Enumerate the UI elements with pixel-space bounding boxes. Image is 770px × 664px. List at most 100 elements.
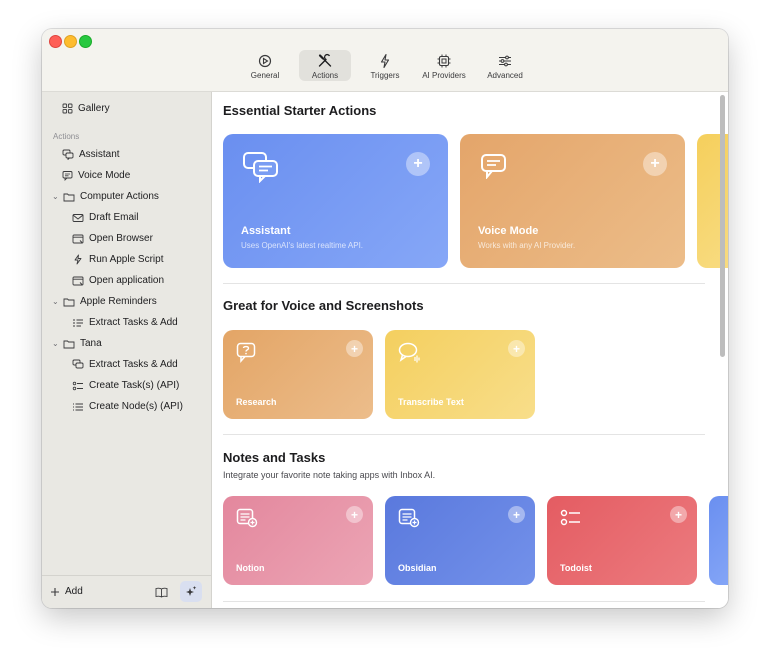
add-assistant-button[interactable]: +: [406, 152, 430, 176]
card-desc-voice-mode: Works with any AI Provider.: [478, 241, 575, 250]
action-card-research[interactable]: + Research: [223, 330, 373, 419]
task-list-icon: [560, 508, 582, 528]
card-title-transcribe-text: Transcribe Text: [398, 397, 464, 407]
action-card-notion[interactable]: + Notion: [223, 496, 373, 585]
add-todoist-button[interactable]: +: [670, 506, 687, 523]
sidebar-item-voice-mode[interactable]: Voice Mode: [62, 170, 130, 181]
action-card-assistant[interactable]: + Assistant Uses OpenAI's latest realtim…: [223, 134, 448, 268]
sidebar-item-draft-email-label: Draft Email: [89, 212, 138, 223]
sidebar-item-extract-tasks-tana[interactable]: Extract Tasks & Add: [72, 359, 178, 370]
add-button[interactable]: Add: [50, 586, 83, 597]
sidebar-item-create-tasks-api[interactable]: Create Task(s) (API): [72, 380, 179, 391]
card-title-research: Research: [236, 397, 277, 407]
tab-general-label: General: [251, 71, 279, 80]
sidebar-folder-computer-actions[interactable]: ⌄ Computer Actions: [52, 191, 159, 202]
app-window: General Actions Triggers AI Providers: [42, 29, 728, 608]
envelope-icon: [72, 213, 84, 223]
chat-bubbles-icon: [242, 151, 280, 183]
action-card-voice-mode[interactable]: + Voice Mode Works with any AI Provider.: [460, 134, 685, 268]
sidebar-folder-apple-reminders[interactable]: ⌄ Apple Reminders: [52, 296, 157, 307]
action-card-transcribe-text[interactable]: + Transcribe Text: [385, 330, 535, 419]
sidebar-item-voice-mode-label: Voice Mode: [78, 170, 130, 181]
add-notion-button[interactable]: +: [346, 506, 363, 523]
book-icon[interactable]: [155, 587, 168, 598]
sidebar-item-extract-tasks-tana-label: Extract Tasks & Add: [89, 359, 178, 370]
sidebar-item-assistant[interactable]: Assistant: [62, 149, 120, 160]
add-voice-mode-button[interactable]: +: [643, 152, 667, 176]
sidebar-item-open-application[interactable]: Open application: [72, 275, 164, 286]
cpu-icon: [435, 52, 453, 70]
zoom-window-button[interactable]: [79, 35, 92, 48]
action-card-todoist[interactable]: + Todoist: [547, 496, 697, 585]
sidebar-item-extract-tasks-reminders-label: Extract Tasks & Add: [89, 317, 178, 328]
tab-actions-label: Actions: [312, 71, 338, 80]
tab-ai-providers-label: AI Providers: [422, 71, 466, 80]
sidebar: Gallery Actions Assistant Voice Mode ⌄: [42, 92, 212, 608]
script-icon: [72, 254, 84, 265]
add-transcribe-text-button[interactable]: +: [508, 340, 525, 357]
document-add-icon: [398, 508, 420, 528]
scrollbar-thumb[interactable]: [720, 95, 725, 357]
card-title-notion: Notion: [236, 563, 265, 573]
tab-general[interactable]: General: [244, 50, 286, 81]
sidebar-item-run-apple-script[interactable]: Run Apple Script: [72, 254, 164, 265]
action-card-obsidian[interactable]: + Obsidian: [385, 496, 535, 585]
section-title-voice-screenshots: Great for Voice and Screenshots: [223, 298, 424, 313]
card-desc-assistant: Uses OpenAI's latest realtime API.: [241, 241, 363, 250]
chevron-down-icon[interactable]: ⌄: [52, 297, 60, 306]
tab-actions[interactable]: Actions: [299, 50, 351, 81]
tab-advanced[interactable]: Advanced: [482, 50, 528, 81]
sliders-icon: [496, 52, 514, 70]
sidebar-item-open-browser-label: Open Browser: [89, 233, 153, 244]
add-research-button[interactable]: +: [346, 340, 363, 357]
browser-window-icon: [72, 234, 84, 244]
sidebar-item-gallery[interactable]: Gallery: [62, 103, 110, 114]
sidebar-item-run-apple-script-label: Run Apple Script: [89, 254, 164, 265]
sidebar-folder-tana[interactable]: ⌄ Tana: [52, 338, 102, 349]
sidebar-item-open-application-label: Open application: [89, 275, 164, 286]
section-divider: [223, 283, 705, 284]
sidebar-item-create-nodes-api[interactable]: Create Node(s) (API): [72, 401, 183, 412]
chevron-down-icon[interactable]: ⌄: [52, 192, 60, 201]
question-bubble-icon: [236, 342, 257, 363]
sidebar-item-create-nodes-api-label: Create Node(s) (API): [89, 401, 183, 412]
close-window-button[interactable]: [49, 35, 62, 48]
sidebar-footer: Add: [42, 575, 211, 608]
section-title-essential: Essential Starter Actions: [223, 103, 376, 118]
folder-icon: [63, 297, 75, 307]
sidebar-item-gallery-label: Gallery: [78, 103, 110, 114]
section-divider: [223, 434, 705, 435]
chat-bubbles-icon: [72, 359, 84, 370]
minimize-window-button[interactable]: [64, 35, 77, 48]
folder-icon: [63, 192, 75, 202]
tab-ai-providers[interactable]: AI Providers: [418, 50, 470, 81]
sidebar-item-open-browser[interactable]: Open Browser: [72, 233, 153, 244]
add-obsidian-button[interactable]: +: [508, 506, 525, 523]
grid-icon: [62, 103, 73, 114]
folder-icon: [63, 339, 75, 349]
section-subtitle-notes-tasks: Integrate your favorite note taking apps…: [223, 470, 435, 480]
message-icon: [480, 153, 508, 179]
sparkle-icon: [185, 585, 197, 598]
sidebar-item-assistant-label: Assistant: [79, 149, 120, 160]
card-title-assistant: Assistant: [241, 225, 291, 237]
sidebar-folder-apple-reminders-label: Apple Reminders: [80, 296, 157, 307]
bolt-icon: [376, 52, 394, 70]
ai-sparkle-button[interactable]: [180, 581, 202, 602]
sidebar-item-extract-tasks-reminders[interactable]: Extract Tasks & Add: [72, 317, 178, 328]
speech-bubble-icon: [398, 342, 422, 363]
chat-bubbles-icon: [62, 149, 74, 160]
sidebar-item-create-tasks-api-label: Create Task(s) (API): [89, 380, 179, 391]
tools-icon: [316, 52, 334, 70]
sidebar-item-draft-email[interactable]: Draft Email: [72, 212, 138, 223]
add-button-label: Add: [65, 586, 83, 597]
tab-triggers[interactable]: Triggers: [364, 50, 406, 81]
plus-icon: [50, 587, 60, 597]
action-card-partial[interactable]: [709, 496, 728, 585]
chevron-down-icon[interactable]: ⌄: [52, 339, 60, 348]
section-title-notes-tasks: Notes and Tasks: [223, 450, 325, 465]
sidebar-folder-tana-label: Tana: [80, 338, 102, 349]
checklist-icon: [72, 318, 84, 328]
message-icon: [62, 170, 73, 181]
card-title-voice-mode: Voice Mode: [478, 225, 538, 237]
